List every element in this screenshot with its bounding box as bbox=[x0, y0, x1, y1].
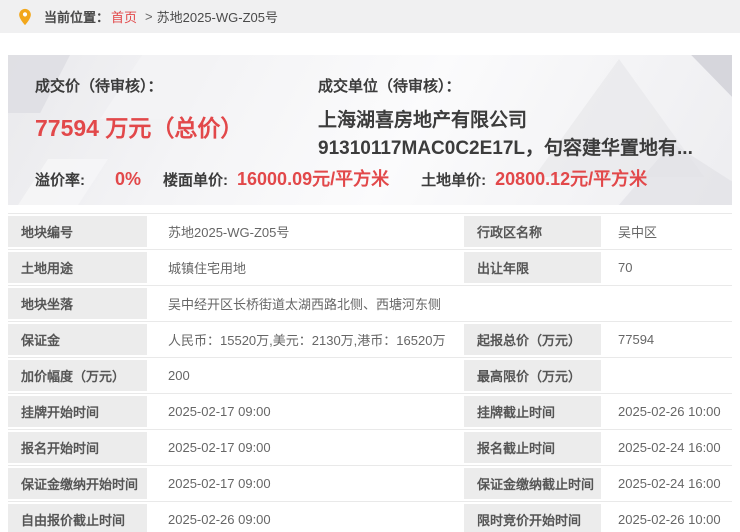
table-row: 加价幅度（万元） 200 最高限价（万元） bbox=[8, 358, 732, 394]
premium-row: 溢价率: 0% 楼面单价: 16000.09元/平方米 土地单价: 20800.… bbox=[35, 165, 718, 191]
row-value: 77594 bbox=[618, 332, 655, 347]
row-value: 吴中经开区长桥街道太湖西路北侧、西塘河东侧 bbox=[168, 297, 442, 312]
row-value: 2025-02-24 16:00 bbox=[618, 476, 721, 491]
deal-unit-block: 成交单位（待审核）： 上海湖喜房地产有限公司 91310117MAC0C2E17… bbox=[318, 75, 732, 163]
deal-unit-line1: 上海湖喜房地产有限公司 bbox=[318, 110, 528, 131]
row-label: 自由报价截止时间 bbox=[8, 502, 150, 532]
row-label: 报名开始时间 bbox=[8, 430, 150, 465]
deal-price-value: 77594 万元（总价） bbox=[35, 115, 244, 141]
land-price-label: 土地单价: bbox=[421, 172, 487, 189]
premium-rate-label: 溢价率: bbox=[35, 172, 85, 189]
row-value: 苏地2025-WG-Z05号 bbox=[168, 225, 290, 240]
premium-rate-value: 0% bbox=[115, 169, 142, 189]
location-pin-icon bbox=[18, 8, 32, 26]
row-label: 挂牌开始时间 bbox=[8, 394, 150, 429]
row-value: 2025-02-26 09:00 bbox=[168, 512, 271, 527]
breadcrumb-current: 苏地2025-WG-Z05号 bbox=[156, 10, 278, 25]
table-row: 土地用途 城镇住宅用地 出让年限 70 bbox=[8, 250, 732, 286]
table-row: 自由报价截止时间 2025-02-26 09:00 限时竞价开始时间 2025-… bbox=[8, 502, 732, 532]
row-value bbox=[604, 358, 732, 393]
row-value: 吴中区 bbox=[618, 225, 658, 240]
row-label: 限时竞价开始时间 bbox=[464, 502, 604, 532]
row-value: 200 bbox=[168, 368, 190, 383]
table-row: 地块坐落 吴中经开区长桥街道太湖西路北侧、西塘河东侧 bbox=[8, 286, 732, 322]
row-value: 2025-02-26 10:00 bbox=[618, 512, 721, 527]
row-label: 出让年限 bbox=[464, 250, 604, 285]
row-label: 加价幅度（万元） bbox=[8, 358, 150, 393]
deal-unit-label: 成交单位（待审核）： bbox=[318, 78, 461, 95]
parcel-info-table: 地块编号 苏地2025-WG-Z05号 行政区名称 吴中区 土地用途 城镇住宅用… bbox=[8, 213, 732, 532]
table-row: 挂牌开始时间 2025-02-17 09:00 挂牌截止时间 2025-02-2… bbox=[8, 394, 732, 430]
breadcrumb-separator: > bbox=[145, 9, 153, 24]
row-label: 土地用途 bbox=[8, 250, 150, 285]
deal-unit-line2: 91310117MAC0C2E17L，句容建华置地有... bbox=[318, 138, 693, 159]
breadcrumb-home-link[interactable]: 首页 bbox=[111, 7, 137, 26]
row-value: 城镇住宅用地 bbox=[168, 261, 247, 276]
deal-price-block: 成交价（待审核）： 77594 万元（总价） bbox=[35, 75, 318, 163]
breadcrumb-label: 当前位置： bbox=[44, 10, 110, 25]
row-label: 保证金缴纳开始时间 bbox=[8, 466, 150, 501]
row-value: 2025-02-24 16:00 bbox=[618, 440, 721, 455]
floor-price-value: 16000.09元/平方米 bbox=[237, 169, 390, 189]
row-label: 保证金缴纳截止时间 bbox=[464, 466, 604, 501]
deal-price-label: 成交价（待审核）： bbox=[35, 78, 163, 95]
row-label: 地块编号 bbox=[8, 214, 150, 249]
row-label: 最高限价（万元） bbox=[464, 358, 604, 393]
row-label: 地块坐落 bbox=[8, 286, 150, 321]
land-price-value: 20800.12元/平方米 bbox=[495, 169, 648, 189]
row-label: 挂牌截止时间 bbox=[464, 394, 604, 429]
row-label: 起报总价（万元） bbox=[464, 322, 604, 357]
table-row: 保证金 人民币：15520万,美元：2130万,港币：16520万 起报总价（万… bbox=[8, 322, 732, 358]
breadcrumb: 当前位置： 首页 > 苏地2025-WG-Z05号 bbox=[0, 0, 740, 33]
row-value: 2025-02-26 10:00 bbox=[618, 404, 721, 419]
table-row: 保证金缴纳开始时间 2025-02-17 09:00 保证金缴纳截止时间 202… bbox=[8, 466, 732, 502]
floor-price-label: 楼面单价: bbox=[163, 172, 229, 189]
row-value: 2025-02-17 09:00 bbox=[168, 404, 271, 419]
row-value: 70 bbox=[618, 260, 633, 275]
row-value: 人民币：15520万,美元：2130万,港币：16520万 bbox=[168, 333, 446, 348]
row-label: 行政区名称 bbox=[464, 214, 604, 249]
row-value: 2025-02-17 09:00 bbox=[168, 476, 271, 491]
table-row: 地块编号 苏地2025-WG-Z05号 行政区名称 吴中区 bbox=[8, 214, 732, 250]
table-row: 报名开始时间 2025-02-17 09:00 报名截止时间 2025-02-2… bbox=[8, 430, 732, 466]
row-label: 报名截止时间 bbox=[464, 430, 604, 465]
row-label: 保证金 bbox=[8, 322, 150, 357]
row-value: 2025-02-17 09:00 bbox=[168, 440, 271, 455]
deal-summary-card: 成交价（待审核）： 77594 万元（总价） 成交单位（待审核）： 上海湖喜房地… bbox=[8, 55, 732, 205]
